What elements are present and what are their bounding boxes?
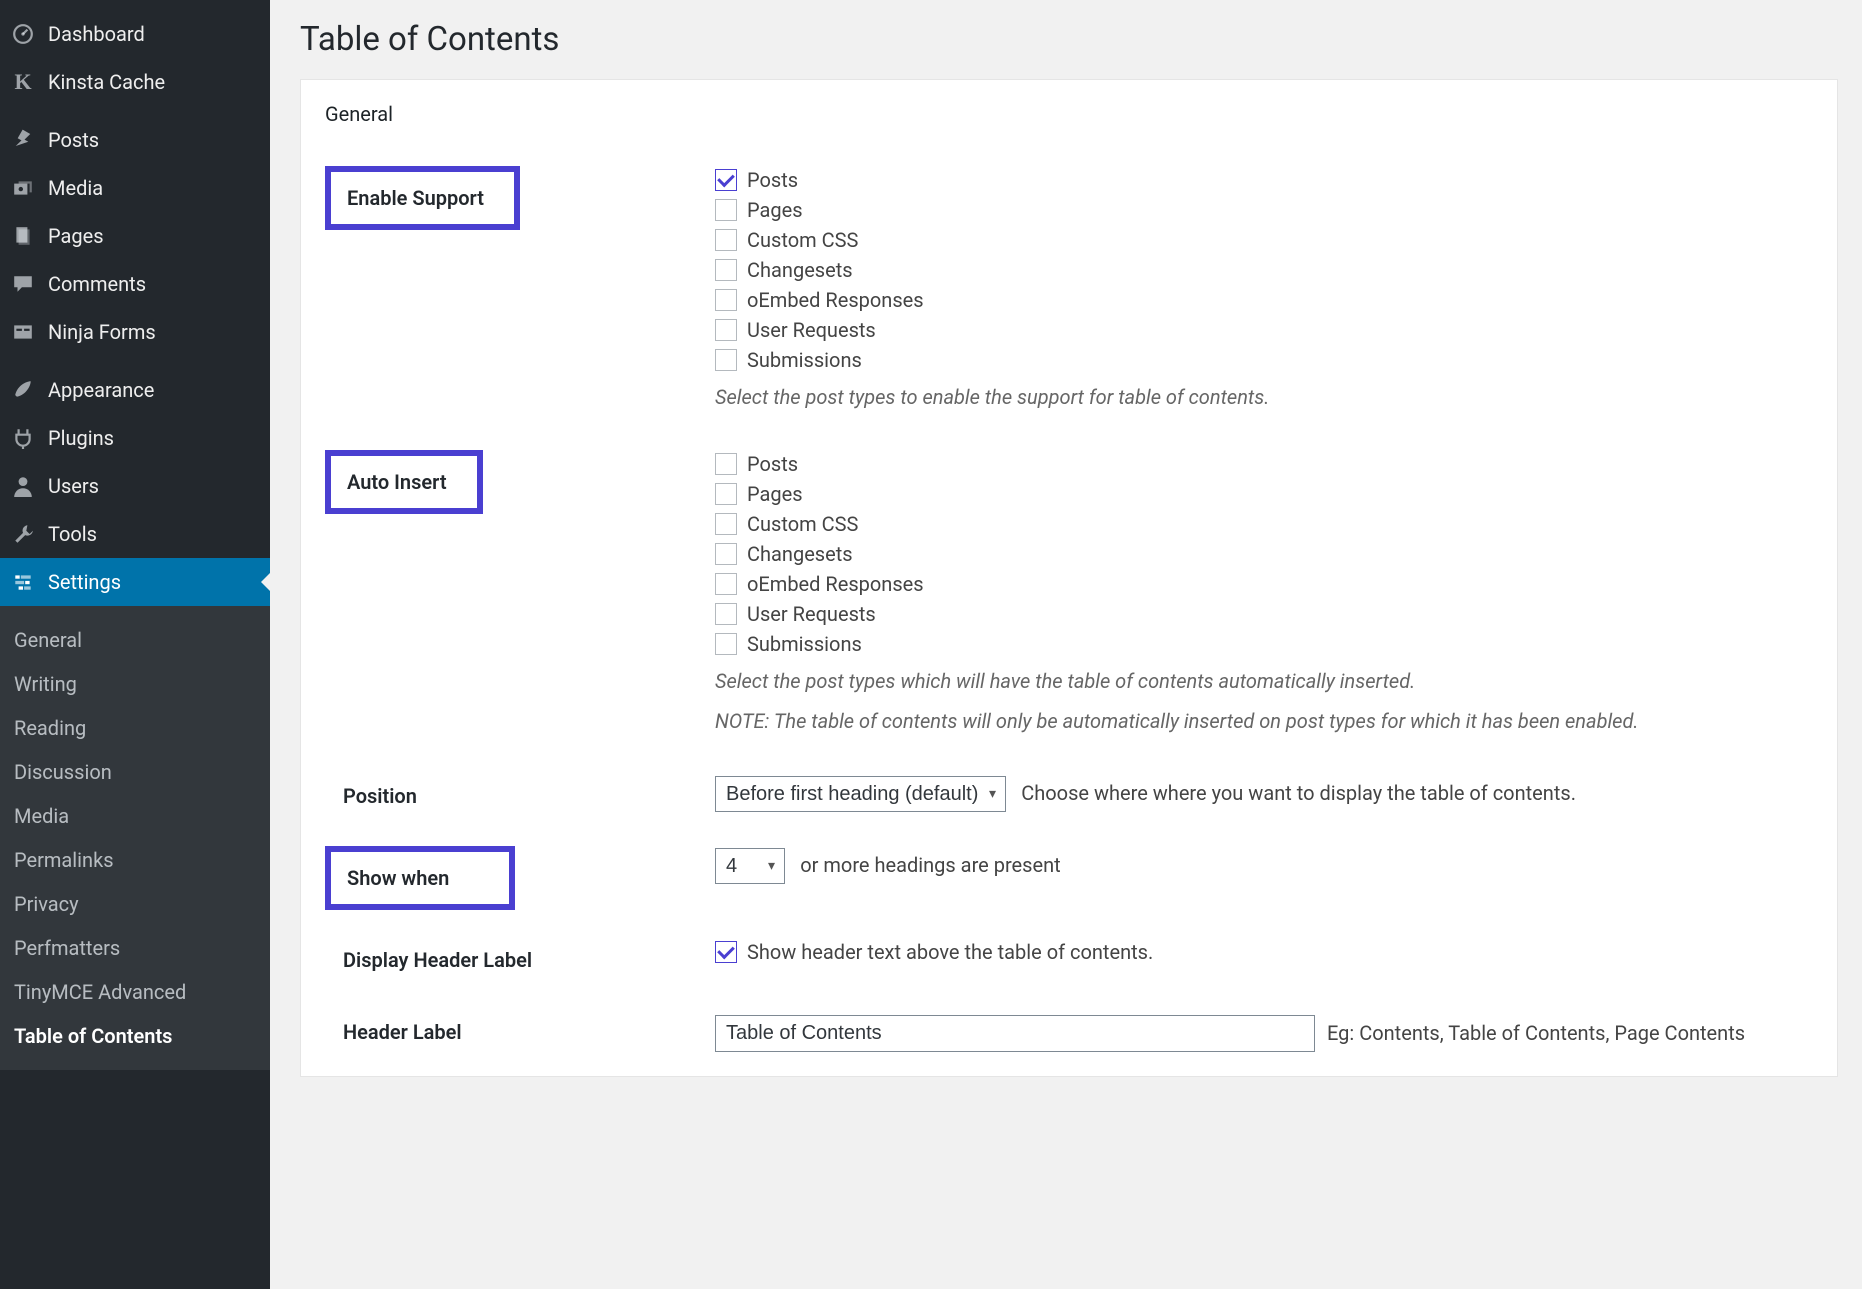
submenu-item-permalinks[interactable]: Permalinks [0,838,270,882]
field-description: Select the post types which will have th… [715,666,1813,696]
checkbox-label: Pages [747,482,803,506]
sidebar-item-pages[interactable]: Pages [0,212,270,260]
field-description: Select the post types to enable the supp… [715,382,1813,412]
sidebar-item-label: Dashboard [48,22,145,46]
kinsta-icon: K [12,71,34,93]
checkbox-oembed-responses[interactable] [715,573,737,595]
settings-icon [12,571,34,593]
checkbox-label: Submissions [747,632,862,656]
checkbox-changesets[interactable] [715,543,737,565]
checkbox-label: Changesets [747,542,853,566]
comment-icon [12,273,34,295]
settings-panel: General Enable Support Posts Pages Custom … [300,79,1838,1077]
checkbox-label: Changesets [747,258,853,282]
submenu-item-discussion[interactable]: Discussion [0,750,270,794]
checkbox-oembed-responses[interactable] [715,289,737,311]
enable-support-field: Posts Pages Custom CSS Changesets oEmbed Res… [715,166,1813,412]
header-label-input[interactable] [715,1015,1315,1052]
user-icon [12,475,34,497]
checkbox-pages[interactable] [715,483,737,505]
sidebar-item-ninja-forms[interactable]: Ninja Forms [0,308,270,356]
sidebar-item-label: Settings [48,570,121,594]
pages-icon [12,225,34,247]
dashboard-icon [12,23,34,45]
checkbox-label: Submissions [747,348,862,372]
sidebar-item-kinsta-cache[interactable]: K Kinsta Cache [0,58,270,106]
checkbox-label: User Requests [747,602,876,626]
sidebar-item-label: Ninja Forms [48,320,156,344]
sidebar-item-label: Comments [48,272,146,296]
checkbox-label: oEmbed Responses [747,572,924,596]
sidebar-item-label: Pages [48,224,104,248]
header-label-eg: Eg: Contents, Table of Contents, Page Co… [1327,1021,1745,1045]
position-help: Choose where where you want to display t… [1021,781,1576,805]
checkbox-user-requests[interactable] [715,319,737,341]
sidebar-item-label: Media [48,176,103,200]
sidebar-item-label: Kinsta Cache [48,70,165,94]
checkbox-label: Custom CSS [747,512,858,536]
pin-icon [12,129,34,151]
checkbox-label: Posts [747,452,798,476]
submenu-item-table-of-contents[interactable]: Table of Contents [0,1014,270,1058]
enable-support-label: Enable Support [325,166,520,230]
main-content: Table of Contents General Enable Support… [270,0,1862,1289]
checkbox-label: Pages [747,198,803,222]
submenu-item-media[interactable]: Media [0,794,270,838]
plug-icon [12,427,34,449]
submenu-item-tinymce-advanced[interactable]: TinyMCE Advanced [0,970,270,1014]
checkbox-submissions[interactable] [715,349,737,371]
sidebar-item-label: Tools [48,522,97,546]
display-header-label-label: Display Header Label [325,938,550,982]
show-when-label: Show when [325,846,515,910]
ninja-icon [12,321,34,343]
checkbox-submissions[interactable] [715,633,737,655]
sidebar-item-users[interactable]: Users [0,462,270,510]
checkbox-label: Custom CSS [747,228,858,252]
sidebar-item-label: Posts [48,128,99,152]
media-icon [12,177,34,199]
auto-insert-label: Auto Insert [325,450,483,514]
submenu-item-reading[interactable]: Reading [0,706,270,750]
display-header-label-text: Show header text above the table of cont… [747,940,1153,964]
sidebar-item-label: Plugins [48,426,114,450]
sidebar-item-plugins[interactable]: Plugins [0,414,270,462]
auto-insert-field: Posts Pages Custom CSS Changesets oEmbed Res… [715,450,1813,736]
display-header-label-checkbox[interactable] [715,941,737,963]
sidebar-item-posts[interactable]: Posts [0,116,270,164]
checkbox-user-requests[interactable] [715,603,737,625]
sidebar-item-dashboard[interactable]: Dashboard [0,10,270,58]
checkbox-label: Posts [747,168,798,192]
position-select[interactable]: Before first heading (default) [715,776,1006,812]
checkbox-pages[interactable] [715,199,737,221]
position-label: Position [325,774,435,818]
submenu-item-writing[interactable]: Writing [0,662,270,706]
wrench-icon [12,523,34,545]
submenu-item-privacy[interactable]: Privacy [0,882,270,926]
checkbox-changesets[interactable] [715,259,737,281]
page-title: Table of Contents [300,20,1838,59]
sidebar-item-appearance[interactable]: Appearance [0,366,270,414]
checkbox-label: oEmbed Responses [747,288,924,312]
settings-submenu: GeneralWritingReadingDiscussionMediaPerm… [0,606,270,1070]
sidebar-item-comments[interactable]: Comments [0,260,270,308]
show-when-select[interactable]: 4 [715,848,785,884]
submenu-item-perfmatters[interactable]: Perfmatters [0,926,270,970]
field-description: NOTE: The table of contents will only be… [715,706,1813,736]
tab-general[interactable]: General [325,102,1813,126]
show-when-text: or more headings are present [800,853,1060,877]
sidebar-item-media[interactable]: Media [0,164,270,212]
header-label-label: Header Label [325,1010,480,1054]
checkbox-posts[interactable] [715,453,737,475]
checkbox-label: User Requests [747,318,876,342]
sidebar-item-label: Users [48,474,99,498]
sidebar-item-tools[interactable]: Tools [0,510,270,558]
sidebar-item-label: Appearance [48,378,154,402]
checkbox-custom-css[interactable] [715,229,737,251]
checkbox-custom-css[interactable] [715,513,737,535]
brush-icon [12,379,34,401]
sidebar-item-settings[interactable]: Settings [0,558,270,606]
admin-sidebar: Dashboard K Kinsta Cache Posts Media Pages Com… [0,0,270,1289]
submenu-item-general[interactable]: General [0,618,270,662]
checkbox-posts[interactable] [715,169,737,191]
